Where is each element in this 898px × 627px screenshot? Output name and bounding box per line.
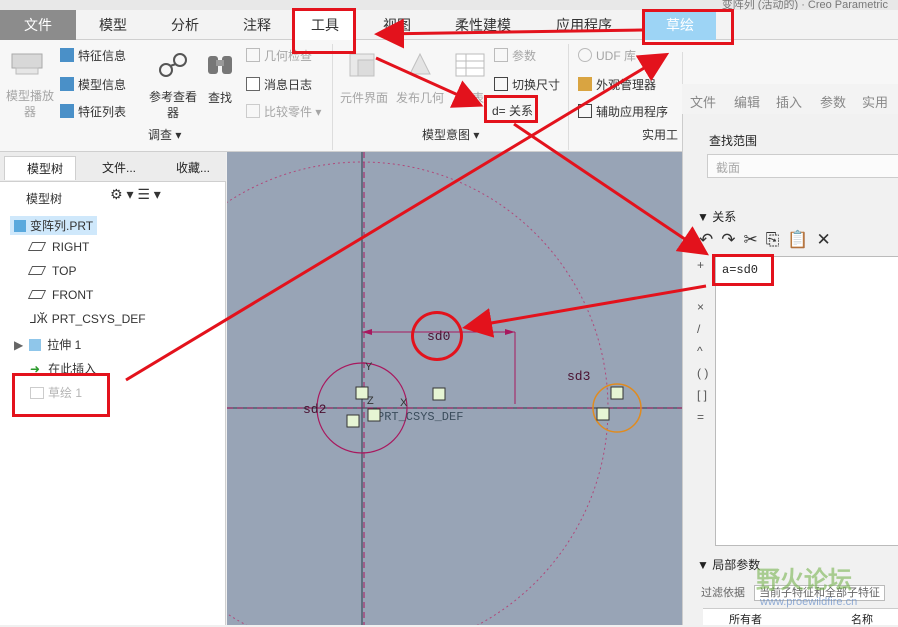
arrow-sketch1-to-sketch-tab <box>125 52 670 382</box>
arrow-tools-to-relations <box>375 56 484 108</box>
arrow-editor-to-sd0 <box>462 284 707 338</box>
annotation-arrows <box>125 18 709 382</box>
arrow-sketch-to-tools <box>374 18 643 49</box>
arrow-relations-to-editor <box>513 122 709 256</box>
